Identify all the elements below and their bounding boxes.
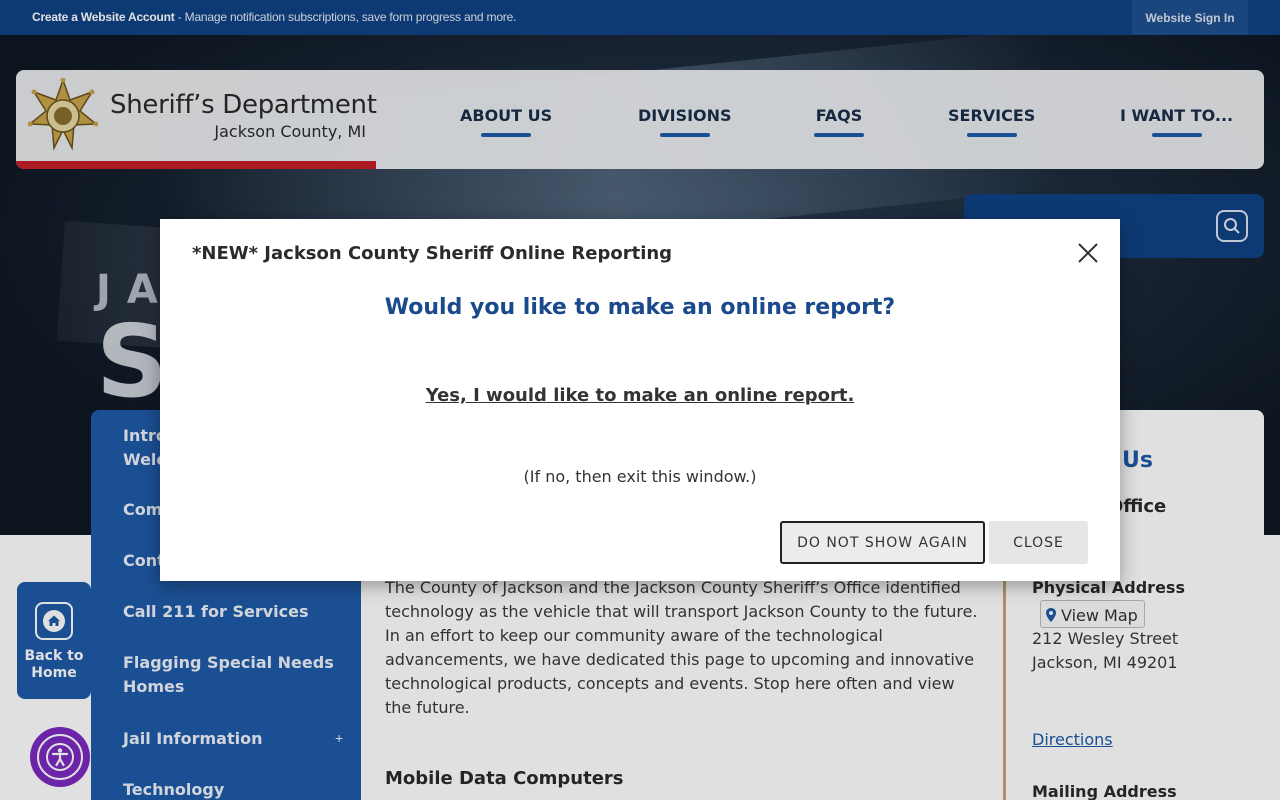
modal-question: Would you like to make an online report? xyxy=(384,295,896,320)
modal-title: *NEW* Jackson County Sheriff Online Repo… xyxy=(192,243,673,264)
online-reporting-modal: *NEW* Jackson County Sheriff Online Repo… xyxy=(160,219,1120,581)
make-online-report-link[interactable]: Yes, I would like to make an online repo… xyxy=(160,385,1120,406)
close-button[interactable]: CLOSE xyxy=(989,521,1088,564)
do-not-show-again-button[interactable]: DO NOT SHOW AGAIN xyxy=(780,521,985,564)
close-icon[interactable] xyxy=(1076,241,1100,265)
modal-note: (If no, then exit this window.) xyxy=(523,467,757,486)
